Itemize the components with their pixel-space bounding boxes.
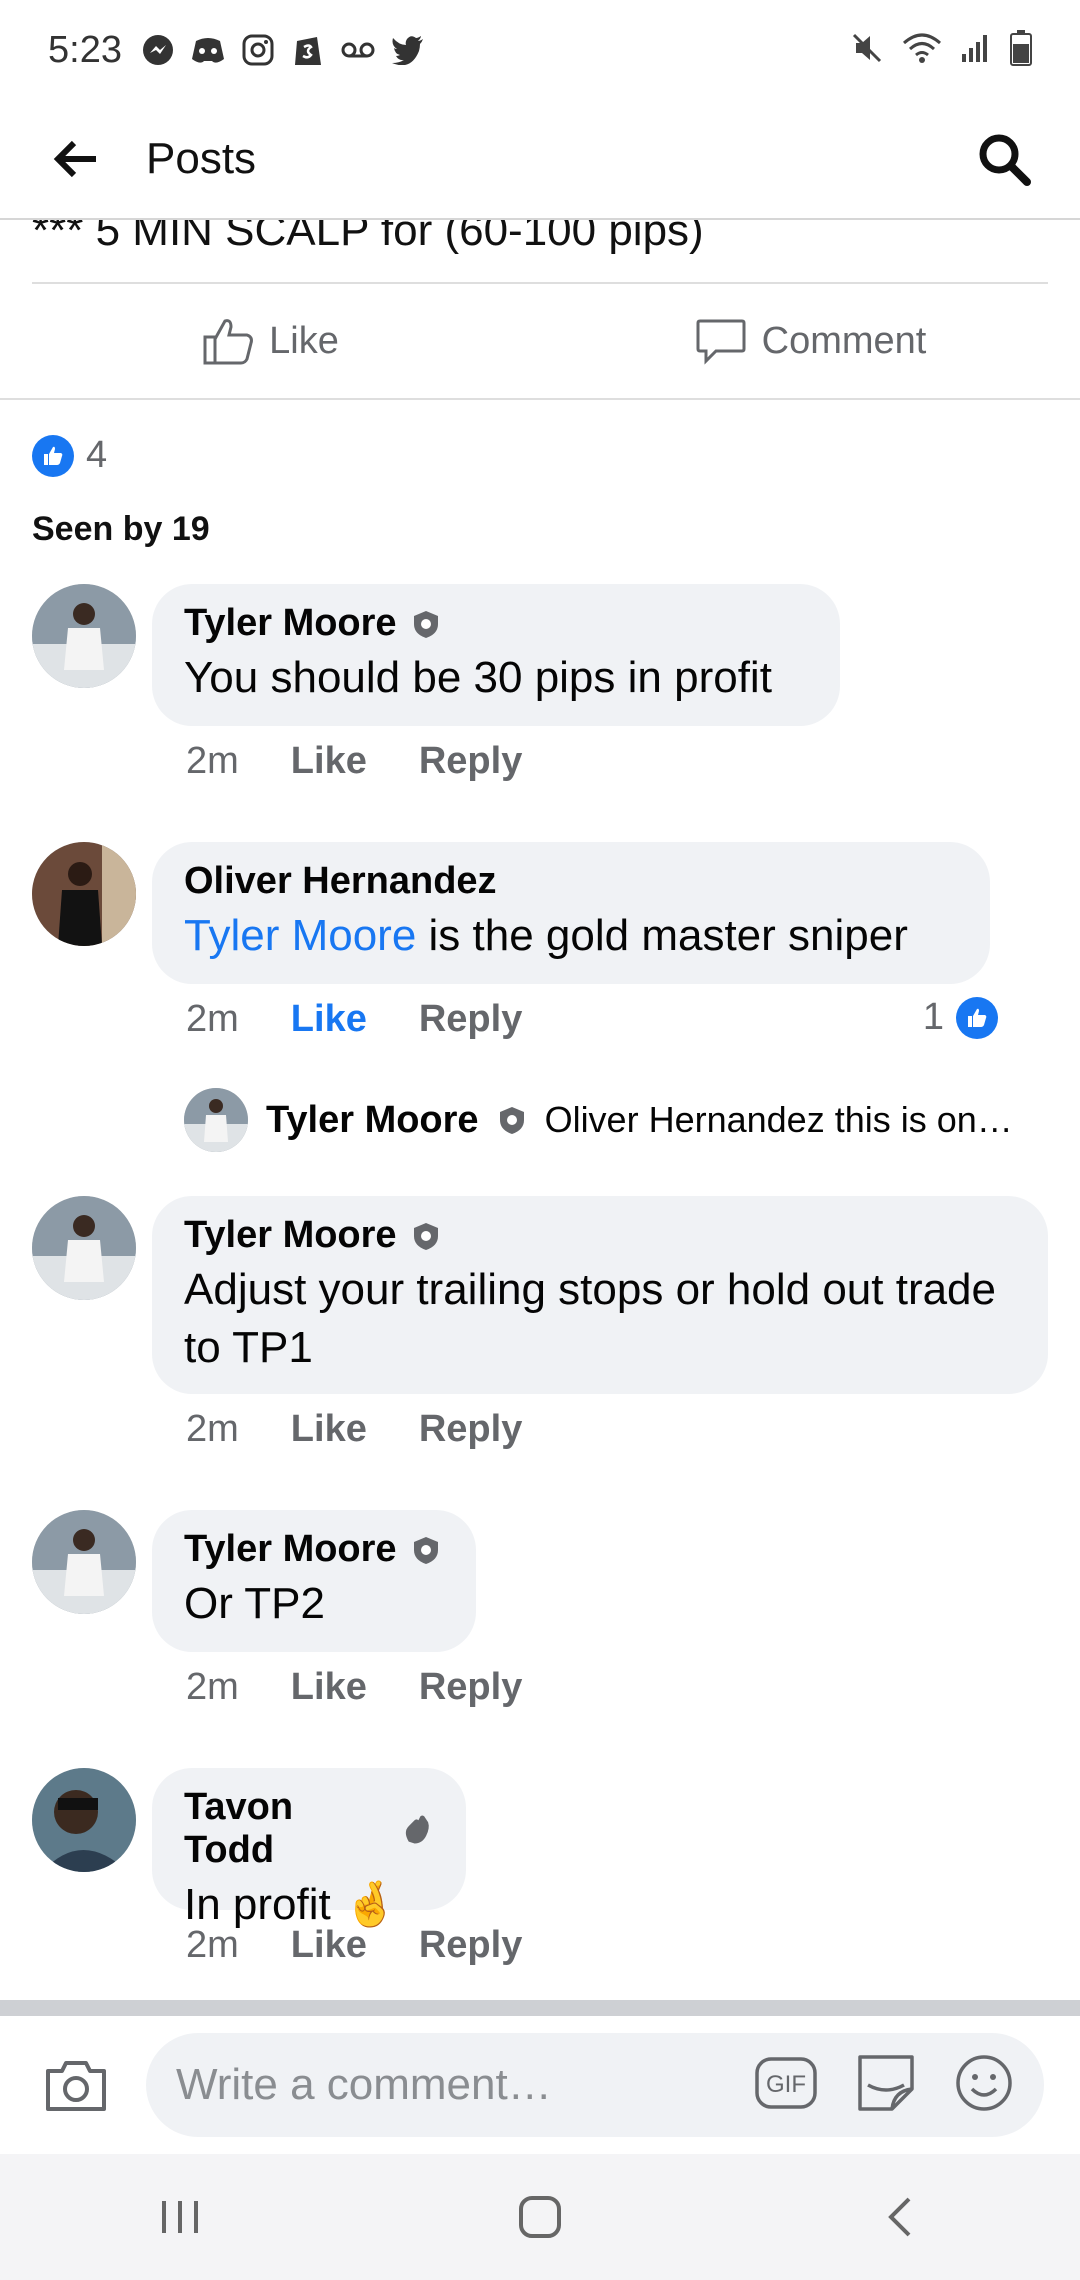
battery-icon [1010,29,1032,71]
comment-like-button[interactable]: Like [291,740,367,783]
comment-time: 2m [186,1408,239,1450]
back-arrow-icon[interactable] [40,123,112,195]
comment-time: 2m [186,740,239,782]
avatar[interactable] [32,1196,136,1300]
svg-text:GIF: GIF [766,2071,806,2098]
recent-apps-icon[interactable] [120,2172,240,2262]
search-icon[interactable] [968,123,1040,195]
comment-icon [696,319,746,365]
comment-text: Adjust your trailing stops or hold out t… [184,1265,997,1372]
messenger-icon [140,32,176,68]
comment-input[interactable] [176,2060,754,2110]
comment-reactions[interactable]: 1 [923,996,998,1039]
composer-divider [0,2000,1080,2016]
status-bar: 5:23 [0,0,1080,100]
avatar[interactable] [32,584,136,688]
shopify-icon [290,32,326,68]
gif-icon[interactable]: GIF [754,2056,818,2115]
comment-like-button[interactable]: Like [291,1666,367,1709]
avatar[interactable] [32,842,136,946]
comment-meta: 2m Like Reply [186,1924,522,1967]
reply-text: Oliver Hernandez this is on… [544,1099,1013,1140]
comment-bubble[interactable]: Tavon Todd In profit 🤞 [152,1768,466,1929]
comment-label: Comment [761,319,927,362]
comment-author[interactable]: Tavon Todd [184,1786,387,1872]
page-title: Posts [146,134,257,183]
shield-badge-icon [413,610,438,638]
comment-reply-button[interactable]: Reply [419,1924,522,1967]
emoji-icon[interactable] [954,2053,1014,2118]
comment-author[interactable]: Tyler Moore [184,1214,397,1257]
shield-badge-icon [413,1222,438,1250]
comment-input-wrapper: GIF [146,2033,1044,2137]
comment-meta: 2m Like Reply [186,1408,522,1451]
seen-by[interactable]: Seen by 19 [32,510,210,549]
reaction-count: 4 [86,434,108,476]
comment-bubble[interactable]: Tyler Moore Or TP2 [152,1510,476,1652]
avatar [184,1088,248,1152]
status-time: 5:23 [48,28,122,71]
like-reaction-icon [32,434,74,477]
comment-author[interactable]: Tyler Moore [184,1528,397,1571]
comment-bubble[interactable]: Tyler Moore You should be 30 pips in pro… [152,584,840,726]
avatar[interactable] [32,1510,136,1614]
comment-text: You should be 30 pips in profit [184,653,772,702]
divider [0,398,1080,400]
instagram-icon [240,32,276,68]
reaction-summary[interactable]: 4 [32,434,107,477]
comment-text: Tyler Moore is the gold master sniper [184,911,908,960]
like-label: Like [269,319,339,362]
voicemail-icon [340,32,376,68]
comment-meta: 2m Like Reply [186,998,522,1041]
comment-like-button[interactable]: Like [291,998,367,1041]
post-actions: Like Comment [0,284,1080,398]
comment-author[interactable]: Oliver Hernandez [184,860,497,903]
mention-link[interactable]: Tyler Moore [184,911,416,960]
comment-like-button[interactable]: Like [291,1408,367,1451]
shield-badge-icon [499,1107,524,1134]
comment-time: 2m [186,998,239,1040]
discord-icon [190,32,226,68]
reply-author: Tyler Moore [266,1098,479,1141]
wave-badge-icon [405,1815,429,1844]
comment-text: Or TP2 [184,1579,326,1628]
sticker-icon[interactable] [854,2051,918,2120]
comment-like-button[interactable]: Like [291,1924,367,1967]
comment-reply-button[interactable]: Reply [419,740,522,783]
comment-composer: GIF [0,2016,1080,2154]
home-icon[interactable] [480,2172,600,2262]
twitter-icon [390,32,426,68]
comment-time: 2m [186,1666,239,1708]
avatar[interactable] [32,1768,136,1872]
camera-icon[interactable] [38,2047,114,2123]
comment-time: 2m [186,1924,239,1966]
back-nav-icon[interactable] [840,2172,960,2262]
mute-icon [850,31,884,70]
app-header: Posts [0,100,1080,220]
reply-preview[interactable]: Tyler Moore Oliver Hernandez this is on… [184,1088,1044,1152]
comment-bubble[interactable]: Tyler Moore Adjust your trailing stops o… [152,1196,1048,1394]
signal-icon [960,32,992,69]
comment-author[interactable]: Tyler Moore [184,602,397,645]
system-nav-bar [0,2154,1080,2280]
like-reaction-icon [956,996,998,1039]
like-button[interactable]: Like [0,284,540,398]
thumbs-up-icon [203,319,254,365]
comment-reply-button[interactable]: Reply [419,998,522,1041]
comment-reaction-count: 1 [922,996,944,1038]
shield-badge-icon [413,1536,438,1564]
comment-reply-button[interactable]: Reply [419,1408,522,1451]
comment-reply-button[interactable]: Reply [419,1666,522,1709]
comment-button[interactable]: Comment [540,284,1080,398]
wifi-icon [902,31,942,70]
comment-bubble[interactable]: Oliver Hernandez Tyler Moore is the gold… [152,842,990,984]
comment-meta: 2m Like Reply [186,1666,522,1709]
comment-meta: 2m Like Reply [186,740,522,783]
